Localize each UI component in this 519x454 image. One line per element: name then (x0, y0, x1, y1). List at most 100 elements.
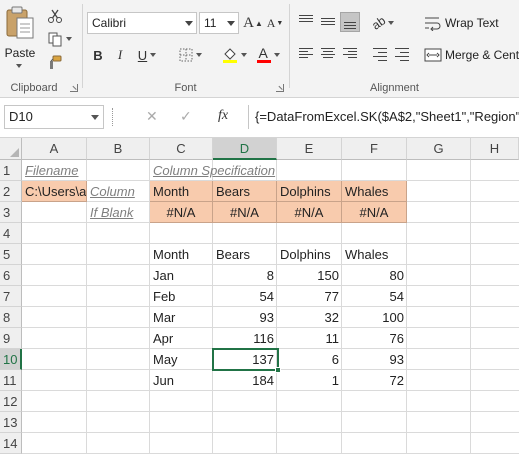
cell-c1-column-spec-label[interactable]: Column Specification (150, 160, 290, 181)
cell-f5-header[interactable]: Whales (342, 244, 407, 265)
copy-button[interactable] (44, 29, 74, 49)
column-header-h[interactable]: H (471, 138, 519, 160)
merge-center-button[interactable]: Merge & Center (424, 44, 519, 66)
formula-bar-grip[interactable] (112, 108, 115, 126)
formula-input[interactable]: {=DataFromExcel.SK($A$2,"Sheet1","Region… (248, 105, 519, 129)
cell-c5-header[interactable]: Month (150, 244, 213, 265)
column-header-d[interactable]: D (213, 138, 277, 160)
font-color-button[interactable]: A (253, 44, 283, 66)
worksheet-grid[interactable]: A B C D E F G H 1 2 3 4 5 6 7 8 9 10 11 … (0, 138, 519, 454)
format-painter-button[interactable] (44, 52, 66, 72)
table-cell-whales[interactable]: 93 (342, 349, 407, 370)
cell-e3-if-blank[interactable]: #N/A (277, 202, 342, 223)
cell-d3-if-blank[interactable]: #N/A (213, 202, 277, 223)
table-cell-whales[interactable]: 72 (342, 370, 407, 391)
font-launcher-icon[interactable] (276, 84, 284, 92)
row-header-9[interactable]: 9 (0, 328, 22, 349)
row-header-4[interactable]: 4 (0, 223, 22, 244)
fill-handle[interactable] (275, 367, 281, 373)
clipboard-launcher-icon[interactable] (70, 84, 78, 92)
column-header-c[interactable]: C (150, 138, 213, 160)
underline-button[interactable]: U (133, 44, 161, 66)
table-cell-whales[interactable]: 100 (342, 307, 407, 328)
cell-b2-column-label[interactable]: Column (87, 181, 149, 202)
row-header-3[interactable]: 3 (0, 202, 22, 223)
column-header-b[interactable]: B (87, 138, 150, 160)
table-cell-month[interactable]: May (150, 349, 213, 370)
italic-button[interactable]: I (111, 44, 129, 66)
column-header-a[interactable]: A (22, 138, 87, 160)
table-cell-dolphins[interactable]: 32 (277, 307, 342, 328)
cell-d2-spec-header[interactable]: Bears (213, 181, 277, 202)
column-header-e[interactable]: E (277, 138, 342, 160)
table-cell-month[interactable]: Jan (150, 265, 213, 286)
table-cell-dolphins[interactable]: 6 (277, 349, 342, 370)
cell-e2-spec-header[interactable]: Dolphins (277, 181, 342, 202)
row-header-8[interactable]: 8 (0, 307, 22, 328)
cell-c3-if-blank[interactable]: #N/A (150, 202, 213, 223)
borders-button[interactable] (175, 44, 205, 66)
row-header-13[interactable]: 13 (0, 412, 22, 433)
align-left-button[interactable] (296, 44, 316, 64)
table-cell-bears[interactable]: 116 (213, 328, 277, 349)
table-cell-dolphins[interactable]: 11 (277, 328, 342, 349)
column-header-f[interactable]: F (342, 138, 407, 160)
bottom-align-button[interactable] (340, 12, 360, 32)
row-header-11[interactable]: 11 (0, 370, 22, 391)
cut-button[interactable] (44, 6, 66, 26)
table-cell-dolphins[interactable]: 77 (277, 286, 342, 307)
table-cell-month[interactable]: Mar (150, 307, 213, 328)
table-cell-bears[interactable]: 8 (213, 265, 277, 286)
align-center-button[interactable] (318, 44, 338, 64)
table-cell-whales[interactable]: 76 (342, 328, 407, 349)
wrap-text-button[interactable]: Wrap Text (424, 12, 499, 34)
table-cell-month[interactable]: Feb (150, 286, 213, 307)
row-header-12[interactable]: 12 (0, 391, 22, 412)
font-name-value: Calibri (92, 16, 127, 30)
name-box[interactable]: D10 (4, 105, 104, 129)
table-cell-month[interactable]: Apr (150, 328, 213, 349)
table-cell-dolphins[interactable]: 1 (277, 370, 342, 391)
shrink-font-button[interactable]: A ▼ (265, 12, 285, 34)
row-header-1[interactable]: 1 (0, 160, 22, 181)
orientation-button[interactable]: ab (368, 12, 398, 34)
cell-c2-spec-header[interactable]: Month (150, 181, 213, 202)
align-right-button[interactable] (340, 44, 360, 64)
fill-color-button[interactable] (219, 44, 249, 66)
cell-d5-header[interactable]: Bears (213, 244, 277, 265)
row-header-14[interactable]: 14 (0, 433, 22, 454)
decrease-indent-button[interactable] (370, 44, 390, 64)
row-header-5[interactable]: 5 (0, 244, 22, 265)
insert-function-button[interactable]: fx (218, 108, 228, 124)
row-header-10[interactable]: 10 (0, 349, 22, 370)
cell-f2-spec-header[interactable]: Whales (342, 181, 407, 202)
grow-font-button[interactable]: A ▲ (243, 12, 263, 34)
table-cell-dolphins[interactable]: 150 (277, 265, 342, 286)
font-name-select[interactable]: Calibri (87, 12, 197, 34)
row-header-6[interactable]: 6 (0, 265, 22, 286)
table-cell-whales[interactable]: 54 (342, 286, 407, 307)
bold-button[interactable]: B (89, 44, 107, 66)
column-header-g[interactable]: G (407, 138, 471, 160)
cell-b3-if-blank-label[interactable]: If Blank (87, 202, 149, 223)
cancel-icon[interactable]: ✕ (146, 108, 158, 125)
increase-indent-button[interactable] (392, 44, 412, 64)
font-size-select[interactable]: 11 (199, 12, 239, 34)
table-cell-month[interactable]: Jun (150, 370, 213, 391)
cell-f3-if-blank[interactable]: #N/A (342, 202, 407, 223)
table-cell-bears[interactable]: 184 (213, 370, 277, 391)
row-header-2[interactable]: 2 (0, 181, 22, 202)
table-cell-bears[interactable]: 93 (213, 307, 277, 328)
middle-align-button[interactable] (318, 12, 338, 32)
table-cell-whales[interactable]: 80 (342, 265, 407, 286)
cell-a2-path[interactable]: C:\Users\a (22, 181, 87, 202)
enter-icon[interactable]: ✓ (180, 108, 192, 125)
top-align-button[interactable] (296, 12, 316, 32)
cell-e5-header[interactable]: Dolphins (277, 244, 342, 265)
active-cell-selection[interactable] (212, 348, 279, 371)
row-header-7[interactable]: 7 (0, 286, 22, 307)
table-cell-bears[interactable]: 54 (213, 286, 277, 307)
paste-button[interactable]: Paste (2, 4, 38, 68)
select-all-button[interactable] (0, 138, 22, 160)
cell-a1-filename-label[interactable]: Filename (22, 160, 86, 181)
